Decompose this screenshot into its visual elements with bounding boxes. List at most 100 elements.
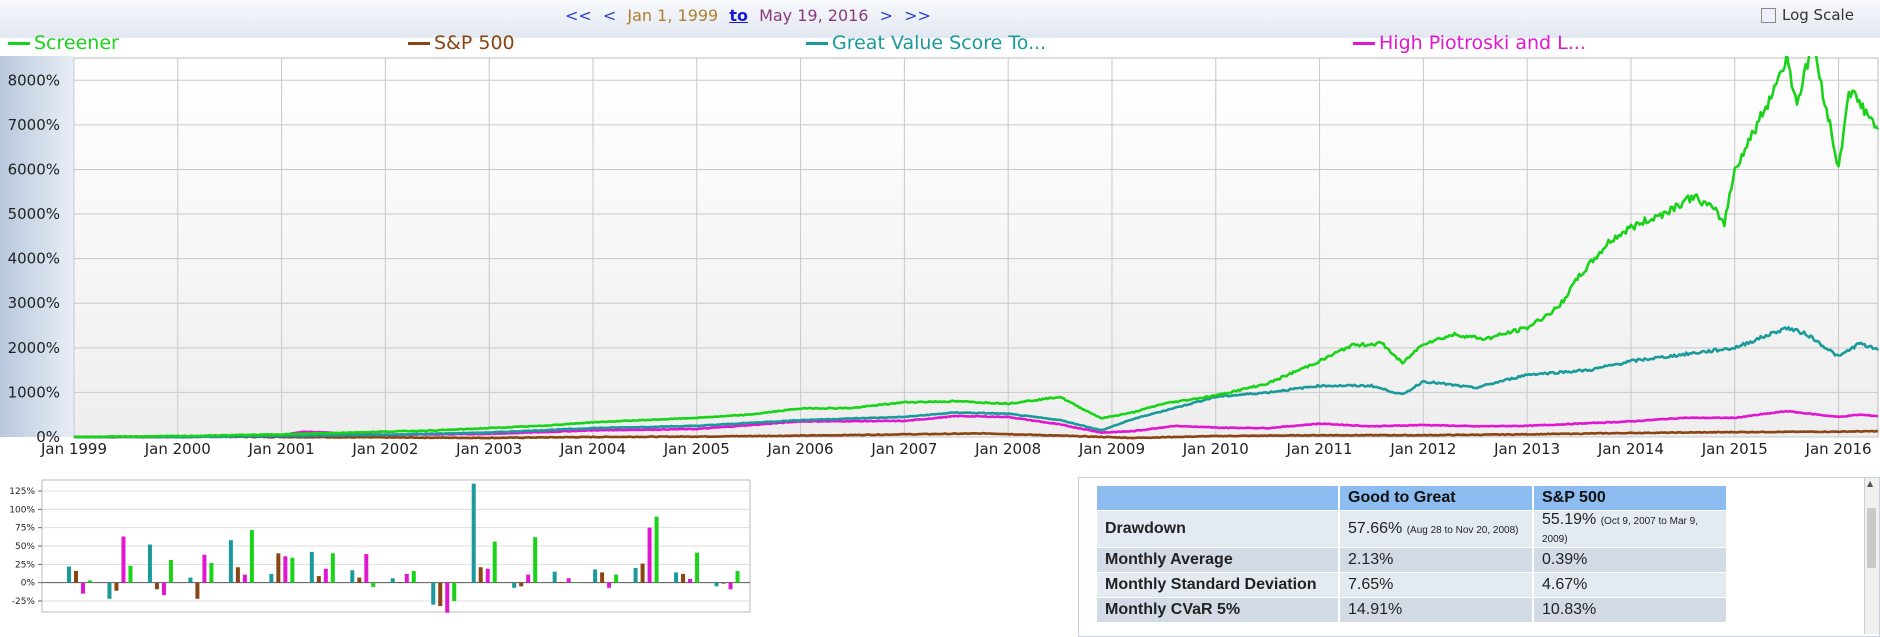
bar	[533, 537, 538, 583]
x-tick-label: Jan 2009	[1078, 440, 1145, 458]
jump-back-button[interactable]: <<	[565, 6, 592, 25]
stats-label: Monthly CVaR 5%	[1097, 597, 1340, 622]
y-axis-gutter	[0, 56, 74, 437]
bar	[290, 557, 295, 583]
x-tick-label: Jan 2005	[663, 440, 730, 458]
legend-swatch-great-value	[806, 41, 828, 45]
bar	[688, 579, 693, 583]
bar	[492, 541, 497, 583]
legend-item-great-value[interactable]: Great Value Score To...	[806, 32, 1046, 54]
bar	[242, 574, 247, 583]
x-tick-label: Jan 2011	[1286, 440, 1353, 458]
bar-y-tick-label: -25%	[12, 597, 36, 607]
scroll-thumb[interactable]	[1867, 508, 1876, 568]
date-range-nav: << < Jan 1, 1999 to May 19, 2016 > >>	[565, 6, 937, 25]
bar	[235, 567, 240, 583]
stats-header-blank	[1097, 486, 1340, 511]
monthly-returns-bar-chart[interactable]: -25% 0% 25% 50% 75% 100% 125%	[0, 476, 752, 616]
stats-value-main: 57.66%	[1348, 520, 1403, 537]
step-back-button[interactable]: <	[603, 6, 616, 25]
bar	[147, 544, 152, 583]
bar	[600, 572, 605, 583]
bar	[411, 570, 416, 583]
scroll-up-icon[interactable]: ▲	[1867, 479, 1873, 488]
stats-value-main: 55.19%	[1542, 511, 1597, 528]
legend-label-high-piotroski: High Piotroski and L...	[1379, 32, 1586, 54]
stats-label: Drawdown	[1097, 510, 1340, 548]
legend-item-high-piotroski[interactable]: High Piotroski and L...	[1353, 32, 1586, 54]
chart-legend: Screener S&P 500 Great Value Score To...…	[0, 30, 1880, 58]
bar	[674, 572, 679, 583]
y-tick-label: 6000%	[8, 160, 60, 178]
stats-header-row: Good to Great S&P 500	[1097, 486, 1728, 511]
y-tick-label: 1000%	[8, 383, 60, 401]
x-tick-label: Jan 2001	[248, 440, 315, 458]
bar	[364, 554, 369, 583]
y-tick-label: 3000%	[8, 294, 60, 312]
bar	[485, 568, 490, 583]
bar-y-tick-label: 75%	[15, 524, 35, 534]
bar	[431, 582, 436, 605]
bar	[681, 573, 686, 583]
x-tick-label: Jan 1999	[40, 440, 107, 458]
legend-label-great-value: Great Value Score To...	[832, 32, 1047, 54]
bar	[573, 581, 578, 583]
stats-value-note: (Aug 28 to Nov 20, 2008)	[1406, 525, 1519, 536]
bar	[309, 551, 314, 583]
stats-value: 57.66% (Aug 28 to Nov 20, 2008)	[1339, 510, 1534, 548]
y-tick-label: 5000%	[8, 205, 60, 223]
x-tick-label: Jan 2013	[1493, 440, 1560, 458]
y-tick-label: 7000%	[8, 116, 60, 134]
step-forward-button[interactable]: >	[880, 6, 893, 25]
stats-table: Good to Great S&P 500 Drawdown 57.66% (A…	[1097, 486, 1728, 622]
log-scale-toggle[interactable]: Log Scale	[1761, 6, 1854, 24]
y-tick-label: 8000%	[8, 71, 60, 89]
bar	[397, 581, 402, 583]
bar	[519, 582, 524, 587]
x-tick-label: Jan 2002	[351, 440, 418, 458]
bar	[512, 582, 517, 588]
x-tick-label: Jan 2008	[974, 440, 1041, 458]
bar	[614, 574, 619, 583]
jump-forward-button[interactable]: >>	[904, 6, 931, 25]
bar	[128, 565, 133, 583]
to-link[interactable]: to	[729, 6, 748, 25]
x-tick-label: Jan 2006	[767, 440, 834, 458]
performance-line-chart[interactable]: 0%1000%2000%3000%4000%5000%6000%7000%800…	[0, 56, 1880, 472]
stats-row-monthly-std-dev: Monthly Standard Deviation 7.65% 4.67%	[1097, 572, 1728, 598]
stats-value: 4.67%	[1533, 572, 1728, 598]
bar	[74, 570, 78, 583]
bar	[633, 568, 638, 583]
stats-row-monthly-average: Monthly Average 2.13% 0.39%	[1097, 547, 1728, 573]
x-tick-label: Jan 2015	[1701, 440, 1768, 458]
bar-y-tick-label: 0%	[21, 579, 36, 589]
bar	[121, 536, 126, 583]
x-tick-label: Jan 2010	[1182, 440, 1249, 458]
bar	[228, 540, 233, 583]
bar	[161, 582, 166, 596]
stats-label: Monthly Standard Deviation	[1097, 572, 1340, 598]
stats-scrollbar[interactable]: ▲	[1864, 478, 1879, 634]
bar	[330, 553, 335, 583]
bar	[404, 573, 409, 583]
bar	[526, 574, 531, 583]
bar	[188, 577, 193, 583]
bar	[67, 566, 71, 583]
stats-value: 14.91%	[1339, 597, 1534, 622]
legend-item-screener[interactable]: Screener	[8, 32, 119, 54]
end-date-link[interactable]: May 19, 2016	[759, 6, 868, 25]
bar	[283, 556, 288, 583]
x-tick-label: Jan 2012	[1389, 440, 1456, 458]
legend-item-sp500[interactable]: S&P 500	[408, 32, 515, 54]
bar	[316, 576, 321, 583]
bar	[88, 580, 92, 583]
bar	[445, 582, 450, 613]
x-tick-label: Jan 2000	[144, 440, 211, 458]
start-date-link[interactable]: Jan 1, 1999	[627, 6, 718, 25]
bar	[269, 573, 274, 583]
bar	[276, 553, 281, 583]
bar	[81, 582, 85, 594]
bar	[202, 554, 207, 583]
log-scale-checkbox[interactable]	[1761, 7, 1776, 23]
bar	[607, 582, 612, 588]
